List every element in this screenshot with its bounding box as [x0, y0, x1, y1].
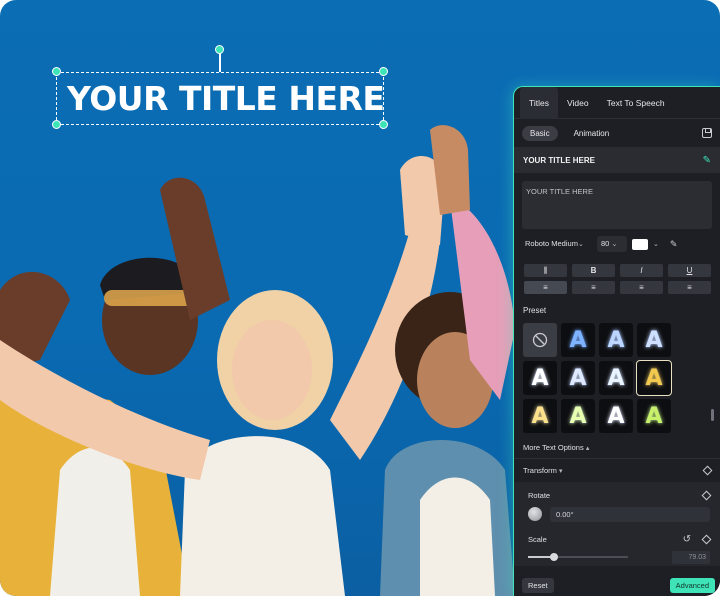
scale-keyframe-icon[interactable] — [701, 534, 712, 544]
preset-label: Preset — [523, 306, 547, 315]
rotate-value-input[interactable]: 0.00° — [550, 506, 710, 522]
chevron-down-icon[interactable]: ⌄ — [653, 240, 659, 248]
tab-text-to-speech[interactable]: Text To Speech — [598, 87, 674, 119]
no-style-icon — [532, 332, 548, 348]
rotation-handle[interactable] — [215, 45, 224, 54]
font-row: Roboto Medium⌄ 80 ⌄ ⌄ ✎ — [522, 236, 712, 252]
edit-icon[interactable]: ✎ — [703, 155, 711, 166]
advanced-button[interactable]: Advanced — [669, 577, 715, 593]
preset-tile[interactable]: A — [523, 361, 557, 395]
more-text-options-toggle[interactable]: More Text Options ▴ — [523, 443, 711, 452]
preset-tile[interactable]: A — [599, 399, 633, 433]
title-text-input[interactable]: YOUR TITLE HERE — [522, 181, 712, 229]
resize-handle-bottom-left[interactable] — [52, 120, 61, 129]
preset-tile[interactable]: A — [561, 361, 595, 395]
preset-tile[interactable]: A — [523, 399, 557, 433]
chevron-up-icon: ▴ — [585, 445, 590, 452]
rotate-keyframe-icon[interactable] — [701, 490, 712, 500]
rotate-dial[interactable] — [528, 507, 542, 521]
panel-tabs: Titles Video Text To Speech — [514, 87, 720, 119]
resize-handle-top-right[interactable] — [379, 67, 388, 76]
preset-tile[interactable]: A — [561, 323, 595, 357]
preset-tile[interactable]: A — [561, 399, 595, 433]
title-properties-panel: Titles Video Text To Speech Basic Animat… — [513, 86, 720, 596]
scale-slider-thumb[interactable] — [550, 553, 558, 561]
preset-tile[interactable]: A — [637, 399, 671, 433]
font-family-select[interactable]: Roboto Medium⌄ — [522, 236, 592, 252]
chevron-down-icon: ▾ — [559, 467, 563, 475]
chevron-down-icon: ⌄ — [611, 241, 618, 248]
preset-none[interactable] — [523, 323, 557, 357]
italic-button[interactable]: I — [620, 264, 663, 277]
canvas-title-text[interactable]: YOUR TITLE HERE — [67, 79, 385, 118]
letter-spacing-button[interactable]: ⫼ — [524, 264, 567, 277]
text-color-swatch[interactable] — [632, 238, 648, 250]
align-right-button[interactable]: ≡ — [620, 281, 663, 294]
eyedropper-icon[interactable]: ✎ — [670, 239, 678, 250]
keyframe-icon[interactable] — [702, 465, 713, 476]
rotate-input-row: 0.00° — [514, 504, 720, 524]
title-selection-box[interactable]: YOUR TITLE HERE — [56, 72, 385, 125]
save-preset-icon[interactable] — [702, 128, 712, 138]
align-justify-button[interactable]: ≡ — [668, 281, 711, 294]
resize-handle-top-left[interactable] — [52, 67, 61, 76]
subtab-basic[interactable]: Basic — [522, 125, 558, 141]
scale-slider-row: 79.03 — [514, 548, 720, 566]
scale-slider[interactable] — [528, 553, 628, 561]
transform-header[interactable]: Transform ▾ — [514, 458, 720, 482]
rotate-row: Rotate — [514, 486, 720, 504]
scale-value-input[interactable]: 79.03 — [672, 550, 710, 564]
subtab-animation[interactable]: Animation — [566, 126, 618, 141]
font-size-select[interactable]: 80 ⌄ — [597, 236, 627, 252]
reset-icon[interactable]: ↺ — [683, 534, 691, 545]
preset-tile[interactable]: A — [636, 360, 672, 396]
rotation-handle-line — [219, 52, 221, 72]
panel-footer: Reset Advanced — [514, 574, 720, 596]
preset-tile[interactable]: A — [599, 361, 633, 395]
video-canvas[interactable]: YOUR TITLE HERE Titles Video Text To Spe… — [0, 0, 720, 596]
panel-subtabs: Basic Animation — [514, 119, 720, 147]
chevron-down-icon: ⌄ — [577, 241, 584, 248]
preset-tile[interactable]: A — [637, 323, 671, 357]
reset-button[interactable]: Reset — [522, 577, 554, 593]
preset-tile[interactable]: A — [599, 323, 633, 357]
align-center-button[interactable]: ≡ — [572, 281, 615, 294]
scale-row: Scale ↺ — [514, 530, 720, 548]
scale-label: Scale — [528, 534, 547, 544]
tab-titles[interactable]: Titles — [520, 87, 558, 119]
format-buttons: ⫼ B I U ≡ ≡ ≡ ≡ — [524, 264, 712, 294]
more-text-options-label: More Text Options — [523, 443, 584, 452]
transform-label: Transform — [523, 466, 557, 475]
title-header-row: YOUR TITLE HERE ✎ — [514, 147, 720, 173]
bold-button[interactable]: B — [572, 264, 615, 277]
tab-video[interactable]: Video — [558, 87, 598, 119]
font-family-value: Roboto Medium — [525, 239, 578, 248]
preset-grid: AAAAAAAAAAA — [523, 323, 720, 433]
font-size-value: 80 — [601, 239, 610, 248]
transform-section: Rotate 0.00° Scale ↺ 79.03 — [514, 482, 720, 566]
align-left-button[interactable]: ≡ — [524, 281, 567, 294]
title-header-label: YOUR TITLE HERE — [523, 155, 596, 165]
rotate-label: Rotate — [528, 490, 551, 500]
resize-handle-bottom-right[interactable] — [379, 120, 388, 129]
preset-scrollbar[interactable] — [711, 409, 714, 421]
underline-button[interactable]: U — [668, 264, 711, 277]
